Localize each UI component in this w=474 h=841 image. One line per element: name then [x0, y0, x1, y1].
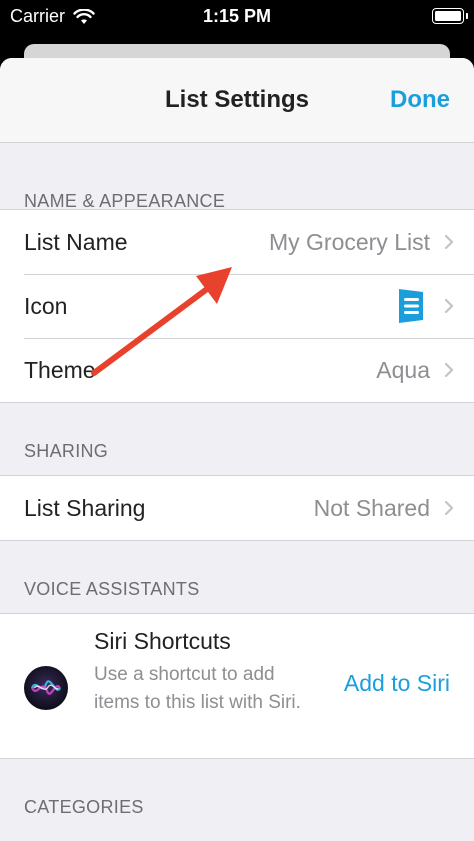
section-header-label: CATEGORIES — [24, 797, 144, 817]
done-button[interactable]: Done — [390, 86, 450, 114]
list-icon — [399, 289, 423, 323]
icon-row[interactable]: Icon — [0, 274, 474, 338]
section-header-sharing: SHARING — [0, 403, 474, 475]
nav-bar: List Settings Done — [0, 58, 474, 143]
name-appearance-group: List Name My Grocery List Icon Theme Aqu… — [0, 209, 474, 403]
section-header-categories: CATEGORIES — [0, 759, 474, 831]
chevron-right-icon — [444, 362, 474, 378]
siri-shortcuts-row: Siri Shortcuts Use a shortcut to add ite… — [0, 614, 474, 758]
list-name-value: My Grocery List — [268, 228, 430, 255]
section-header-label: SHARING — [24, 441, 109, 461]
siri-icon — [24, 666, 68, 710]
list-settings-sheet: List Settings Done NAME & APPEARANCE Lis… — [0, 58, 474, 841]
list-name-row[interactable]: List Name My Grocery List — [0, 210, 474, 274]
theme-row[interactable]: Theme Aqua — [0, 338, 474, 402]
icon-label: Icon — [24, 292, 68, 319]
battery-icon — [432, 8, 468, 24]
siri-description: Use a shortcut to add items to this list… — [94, 664, 301, 713]
chevron-right-icon — [444, 500, 474, 516]
list-name-label: List Name — [24, 228, 128, 255]
list-sharing-value: Not Shared — [313, 494, 430, 521]
theme-value: Aqua — [376, 356, 430, 383]
section-header-label: VOICE ASSISTANTS — [24, 579, 200, 599]
siri-title: Siri Shortcuts — [94, 628, 231, 654]
siri-text: Siri Shortcuts Use a shortcut to add ite… — [94, 628, 324, 717]
status-bar: Carrier 1:15 PM — [0, 0, 474, 34]
section-header-voice-assistants: VOICE ASSISTANTS — [0, 541, 474, 613]
add-to-siri-button[interactable]: Add to Siri — [344, 670, 450, 697]
chevron-right-icon — [444, 234, 474, 250]
voice-assistants-group: Siri Shortcuts Use a shortcut to add ite… — [0, 613, 474, 759]
list-sharing-row[interactable]: List Sharing Not Shared — [0, 476, 474, 540]
theme-label: Theme — [24, 356, 96, 383]
chevron-right-icon — [444, 298, 474, 314]
section-header-label: NAME & APPEARANCE — [24, 191, 226, 211]
list-sharing-label: List Sharing — [24, 494, 146, 521]
section-header-name-appearance: NAME & APPEARANCE — [0, 143, 474, 211]
status-time: 1:15 PM — [202, 6, 272, 26]
sharing-group: List Sharing Not Shared — [0, 475, 474, 541]
